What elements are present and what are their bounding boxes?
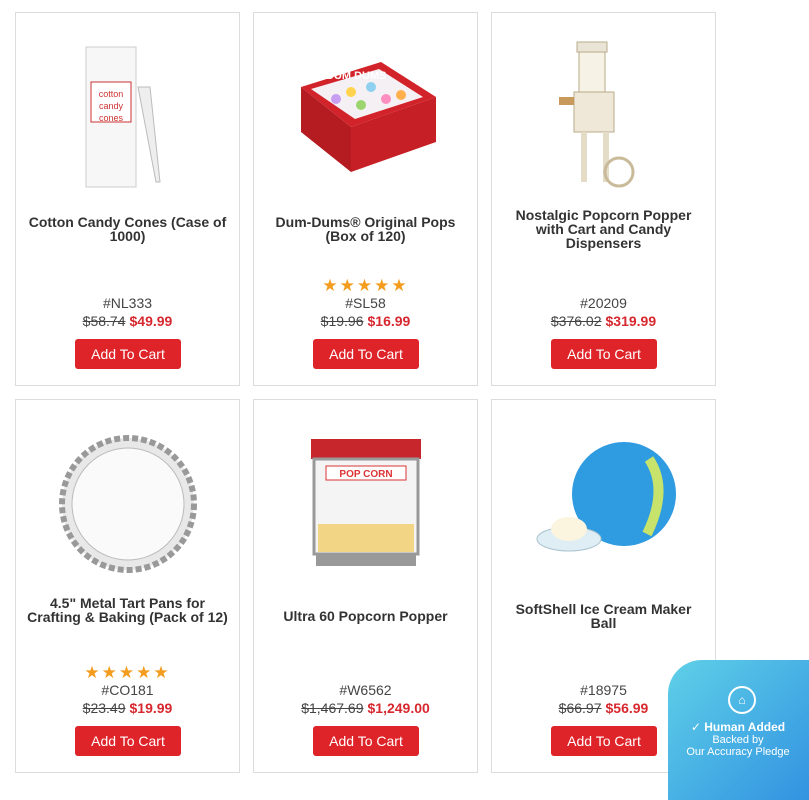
original-price: $58.74 [82, 313, 126, 329]
add-to-cart-button[interactable]: Add To Cart [551, 726, 657, 756]
product-card: DUM DUMS Dum-Dums® Original Pops (Box of… [253, 12, 478, 386]
sale-price: $1,249.00 [367, 700, 430, 716]
product-sku: #CO181 [101, 682, 154, 698]
product-card: POP CORN Ultra 60 Popcorn Popper #W6562 … [253, 399, 478, 773]
product-price: $23.49 $19.99 [16, 700, 239, 716]
original-price: $1,467.69 [301, 700, 364, 716]
product-title[interactable]: SoftShell Ice Cream Maker Ball [502, 602, 705, 630]
sale-price: $319.99 [605, 313, 657, 329]
original-price: $376.02 [550, 313, 602, 329]
sale-price: $16.99 [367, 313, 411, 329]
original-price: $23.49 [82, 700, 126, 716]
product-sku: #W6562 [339, 682, 392, 698]
product-title[interactable]: Nostalgic Popcorn Popper with Cart and C… [502, 208, 705, 250]
product-price: $1,467.69 $1,249.00 [254, 700, 477, 716]
add-to-cart-button[interactable]: Add To Cart [313, 339, 419, 369]
badge-title: ✓ Human Added [690, 720, 786, 734]
sale-price: $56.99 [605, 700, 649, 716]
svg-text:POP CORN: POP CORN [339, 469, 392, 480]
product-sku: #NL333 [102, 295, 153, 311]
product-sku: #SL58 [345, 295, 386, 311]
product-title[interactable]: Cotton Candy Cones (Case of 1000) [26, 215, 229, 243]
human-added-badge[interactable]: ⌂ ✓ Human Added Backed by Our Accuracy P… [668, 660, 809, 800]
svg-text:cotton: cotton [98, 89, 123, 99]
badge-line-2: Our Accuracy Pledge [686, 746, 790, 758]
svg-text:cones: cones [98, 113, 123, 123]
product-image-popcorn-popper[interactable]: POP CORN [254, 414, 477, 594]
product-title[interactable]: Ultra 60 Popcorn Popper [264, 609, 467, 623]
product-card: cotton candy cones Cotton Candy Cones (C… [15, 12, 240, 386]
rating-stars: ★★★★★ [84, 663, 171, 682]
add-to-cart-button[interactable]: Add To Cart [551, 339, 657, 369]
product-price: $58.74 $49.99 [16, 313, 239, 329]
product-image-tart-pans[interactable] [16, 414, 239, 594]
product-image-ice-cream-ball[interactable] [492, 414, 715, 594]
sale-price: $19.99 [129, 700, 173, 716]
product-title[interactable]: 4.5" Metal Tart Pans for Crafting & Baki… [26, 596, 229, 624]
badge-line-1: Backed by [712, 734, 764, 746]
add-to-cart-button[interactable]: Add To Cart [313, 726, 419, 756]
product-card: Nostalgic Popcorn Popper with Cart and C… [491, 12, 716, 386]
product-image-cotton-candy-cones[interactable]: cotton candy cones [16, 27, 239, 207]
original-price: $19.96 [320, 313, 364, 329]
svg-text:candy: candy [98, 101, 123, 111]
product-price: $19.96 $16.99 [254, 313, 477, 329]
svg-text:DUM DUMS: DUM DUMS [326, 70, 387, 82]
original-price: $66.97 [558, 700, 602, 716]
product-price: $376.02 $319.99 [492, 313, 715, 329]
rating-stars: ★★★★★ [322, 276, 409, 295]
add-to-cart-button[interactable]: Add To Cart [75, 339, 181, 369]
add-to-cart-button[interactable]: Add To Cart [75, 726, 181, 756]
product-title[interactable]: Dum-Dums® Original Pops (Box of 120) [264, 215, 467, 243]
sale-price: $49.99 [129, 313, 173, 329]
house-icon: ⌂ [728, 686, 756, 714]
product-card: 4.5" Metal Tart Pans for Crafting & Baki… [15, 399, 240, 773]
product-image-popcorn-cart[interactable] [492, 27, 715, 207]
product-image-dum-dums[interactable]: DUM DUMS [254, 27, 477, 207]
product-sku: #20209 [580, 295, 627, 311]
